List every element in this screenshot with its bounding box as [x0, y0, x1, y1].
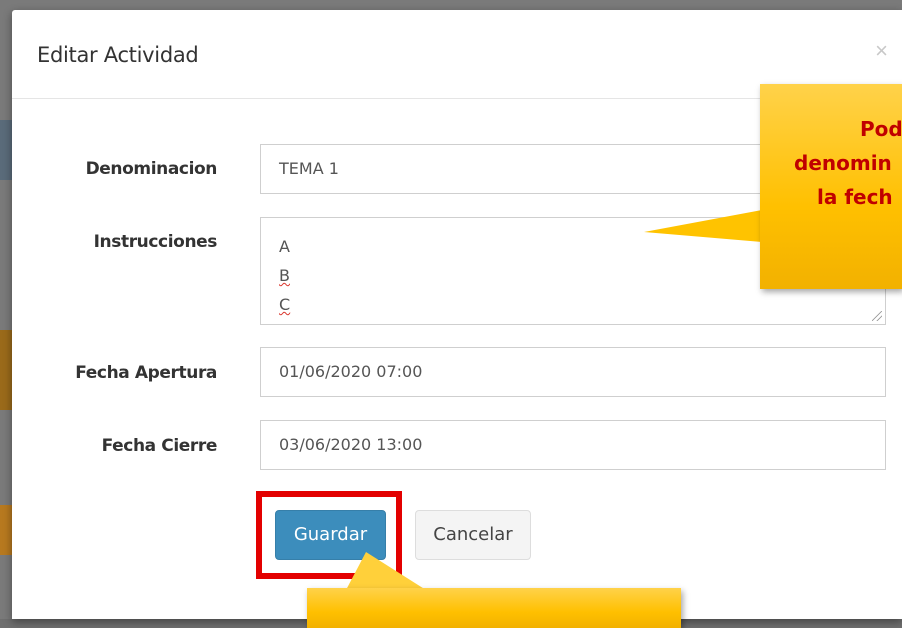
cancel-button[interactable]: Cancelar	[415, 510, 531, 560]
instrucciones-label: Instrucciones	[93, 232, 218, 252]
fecha-cierre-label: Fecha Cierre	[101, 436, 218, 456]
callout-text: Pod	[860, 117, 902, 141]
resize-handle-icon[interactable]	[872, 311, 882, 321]
close-icon[interactable]: ×	[875, 38, 888, 64]
tutorial-callout: Pod denomin la fech	[760, 84, 902, 289]
callout-text: denomin	[794, 151, 892, 175]
callout-pointer	[644, 210, 762, 242]
fecha-cierre-input[interactable]: 03/06/2020 13:00	[260, 420, 886, 470]
callout-text: la fech	[817, 185, 893, 209]
callout-pointer	[346, 552, 426, 590]
background-fragment	[0, 505, 12, 555]
fecha-apertura-input[interactable]: 01/06/2020 07:00	[260, 347, 886, 397]
instrucciones-line: C	[279, 295, 291, 314]
background-fragment	[0, 330, 12, 410]
denominacion-label: Denominacion	[85, 159, 218, 179]
modal-title: Editar Actividad	[37, 43, 199, 67]
tutorial-callout	[307, 588, 681, 628]
background-fragment	[0, 120, 12, 180]
fecha-apertura-label: Fecha Apertura	[75, 363, 217, 383]
